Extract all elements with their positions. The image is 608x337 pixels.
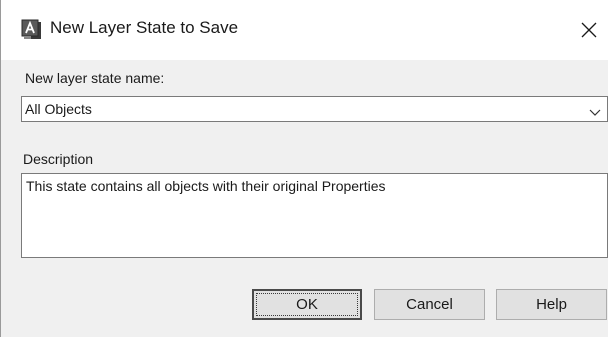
description-label: Description (23, 151, 94, 167)
description-text[interactable]: This state contains all objects with the… (26, 178, 386, 194)
layer-state-name-value[interactable]: All Objects (25, 101, 92, 117)
chevron-down-icon[interactable] (589, 104, 601, 116)
title-bar[interactable]: New Layer State to Save (1, 0, 608, 60)
close-button[interactable] (573, 14, 605, 46)
help-button[interactable]: Help (496, 289, 607, 320)
layer-state-name-combobox[interactable]: All Objects (21, 96, 608, 122)
close-icon (581, 22, 597, 38)
window-title: New Layer State to Save (50, 18, 239, 37)
new-layer-state-dialog: New Layer State to Save New layer state … (0, 0, 608, 337)
layer-state-name-label: New layer state name: (25, 70, 165, 86)
cancel-button[interactable]: Cancel (374, 289, 485, 320)
ok-button[interactable]: OK (252, 289, 362, 320)
autocad-app-icon (21, 19, 43, 41)
description-textarea[interactable]: This state contains all objects with the… (21, 173, 608, 258)
